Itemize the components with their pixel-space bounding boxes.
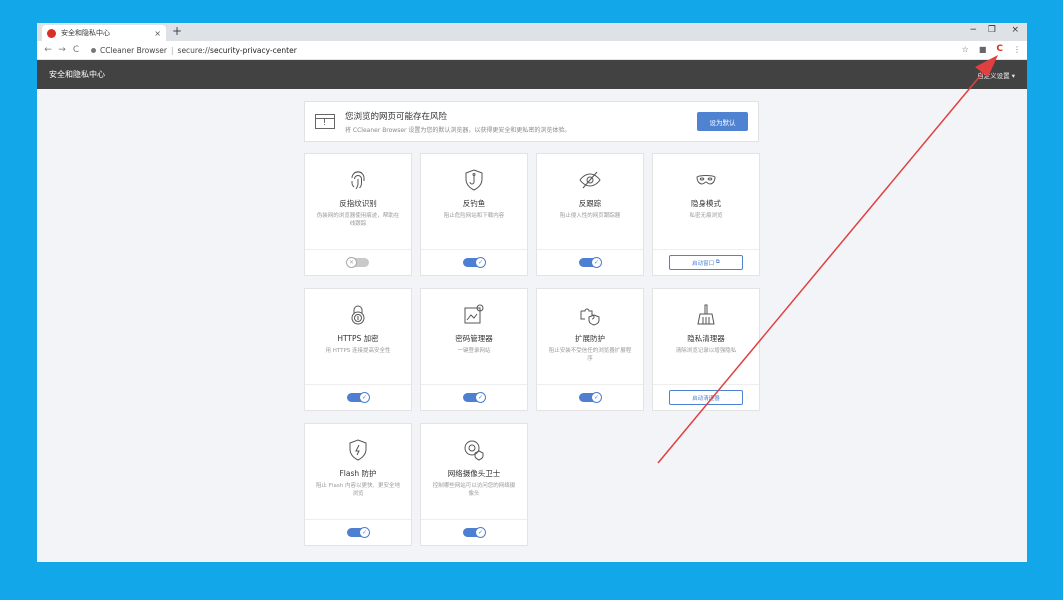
external-link-icon: ⧉ [715,259,720,265]
bookmark-star-icon[interactable]: ☆ [962,45,969,54]
launch-cleaner-button[interactable]: 启动清理器 [669,390,743,405]
url-scheme: secure:// [177,45,211,55]
url-separator: | [171,45,174,55]
toggle-anti-fingerprint[interactable]: ✕ [346,257,369,268]
toggle-anti-tracking[interactable]: ✓ [579,257,602,268]
minimize-button[interactable]: − [969,25,977,35]
warning-window-icon: ! [315,114,335,129]
feature-grid: 反指纹识别 伪装网的浏览器使用痕迹，帮助在线跟踪 ✕ 反钓鱼 阻止危险网站和下载… [304,153,760,546]
eye-slash-icon [579,171,601,189]
launch-window-button[interactable]: 启动窗口 ⧉ [669,255,743,270]
ccleaner-extension-icon[interactable]: C [996,44,1003,54]
toggle-flash-guard[interactable]: ✓ [347,527,370,538]
mask-icon [696,175,716,185]
menu-icon[interactable]: ⋮ [1013,45,1021,54]
toggle-anti-phishing[interactable]: ✓ [463,257,486,268]
card-anti-phishing: 反钓鱼 阻止危险网站和下载内容 ✓ [420,153,528,276]
card-desc: 一键登录网站 [457,348,491,354]
tab-strip: 安全和隐私中心 × + − ❐ × [37,23,1027,41]
tab-title: 安全和隐私中心 [61,29,110,37]
ccleaner-favicon-icon [47,28,56,38]
browser-window: 安全和隐私中心 × + − ❐ × ← → C CCleaner Browser… [37,23,1027,562]
password-key-icon [464,304,484,324]
shield-lightning-icon [349,439,367,461]
card-desc: 阻止 Flash 内容以更快、更安全地浏览 [316,483,400,497]
site-info-icon[interactable] [91,47,96,53]
fishhook-shield-icon [465,169,483,191]
card-name: 反指纹识别 [339,199,377,208]
maximize-button[interactable]: ❐ [988,25,996,35]
close-window-button[interactable]: × [1011,25,1019,35]
card-anti-tracking: 反跟踪 阻止侵入性的网页跟踪器 ✓ [536,153,644,276]
banner-heading: 您浏览的网页可能存在风险 [345,111,448,122]
toolbar-icons: ☆ ■ C ⋮ [962,44,1021,54]
card-https: HTTPS 加密 用 HTTPS 连接提高安全性 ✓ [304,288,412,411]
page-title: 安全和隐私中心 [49,70,105,79]
card-desc: 阻止侵入性的网页跟踪器 [559,213,621,219]
card-name: 反钓鱼 [462,199,486,208]
address-bar[interactable]: CCleaner Browser | secure:// security-pr… [91,46,297,55]
banner-subtext: 将 CCleaner Browser 设置为您的默认浏览器，以获得更安全和更私密… [345,126,571,134]
forward-icon[interactable]: → [55,45,69,55]
toggle-extension-guard[interactable]: ✓ [579,392,602,403]
card-password-manager: 密码管理器 一键登录网站 ✓ [420,288,528,411]
card-name: 密码管理器 [455,334,493,343]
card-desc: 用 HTTPS 连接提高安全性 [325,348,391,354]
new-tab-button[interactable]: + [172,24,182,38]
card-name: 隐私清理器 [687,334,725,343]
toggle-password-manager[interactable]: ✓ [463,392,486,403]
card-desc: 私密无痕浏览 [689,213,723,219]
toggle-webcam-guard[interactable]: ✓ [463,527,486,538]
back-icon[interactable]: ← [41,45,55,55]
card-webcam-guard: 网络摄像头卫士 控制哪些网站可以访问您的网络摄像头 ✓ [420,423,528,546]
tab-close-icon[interactable]: × [154,29,161,38]
card-name: 隐身模式 [691,199,721,208]
card-desc: 阻止安装不受信任的浏览器扩展程序 [548,348,632,362]
url-brand: CCleaner Browser [100,45,167,55]
card-privacy-cleaner: 隐私清理器 清除浏览记录以增强隐私 启动清理器 [652,288,760,411]
launch-window-label: 启动窗口 [692,260,715,267]
card-name: 网络摄像头卫士 [447,469,501,478]
toggle-https[interactable]: ✓ [347,392,370,403]
card-name: 扩展防护 [575,334,605,343]
fingerprint-icon [351,171,365,190]
app-header: 安全和隐私中心 自定义设置 ▾ [37,60,1027,89]
card-desc: 阻止危险网站和下载内容 [443,213,505,219]
url-path: security-privacy-center [210,45,297,55]
address-toolbar: ← → C CCleaner Browser | secure:// secur… [37,41,1027,60]
browser-tab[interactable]: 安全和隐私中心 × [42,25,166,41]
card-desc: 清除浏览记录以增强隐私 [675,348,737,354]
card-flash-guard: Flash 防护 阻止 Flash 内容以更快、更安全地浏览 ✓ [304,423,412,546]
set-default-button[interactable]: 设为默认 [697,112,748,131]
card-desc: 控制哪些网站可以访问您的网络摄像头 [432,483,516,497]
customize-label: 自定义设置 [977,71,1010,80]
reload-icon[interactable]: C [69,45,83,55]
card-desc: 伪装网的浏览器使用痕迹，帮助在线跟踪 [316,213,400,227]
puzzle-shield-icon [580,308,600,326]
card-extension-guard: 扩展防护 阻止安装不受信任的浏览器扩展程序 ✓ [536,288,644,411]
customize-menu[interactable]: 自定义设置 ▾ [977,70,1015,80]
video-icon[interactable]: ■ [979,45,987,54]
broom-icon [697,304,715,325]
card-anti-fingerprint: 反指纹识别 伪装网的浏览器使用痕迹，帮助在线跟踪 ✕ [304,153,412,276]
main-content: ! 您浏览的网页可能存在风险 将 CCleaner Browser 设置为您的默… [304,101,760,546]
lock-icon [351,305,365,325]
default-browser-banner: ! 您浏览的网页可能存在风险 将 CCleaner Browser 设置为您的默… [304,101,759,142]
card-name: 反跟踪 [578,199,602,208]
card-name: HTTPS 加密 [337,334,379,343]
card-name: Flash 防护 [339,469,377,478]
card-incognito: 隐身模式 私密无痕浏览 启动窗口 ⧉ [652,153,760,276]
webcam-shield-icon [464,440,484,461]
